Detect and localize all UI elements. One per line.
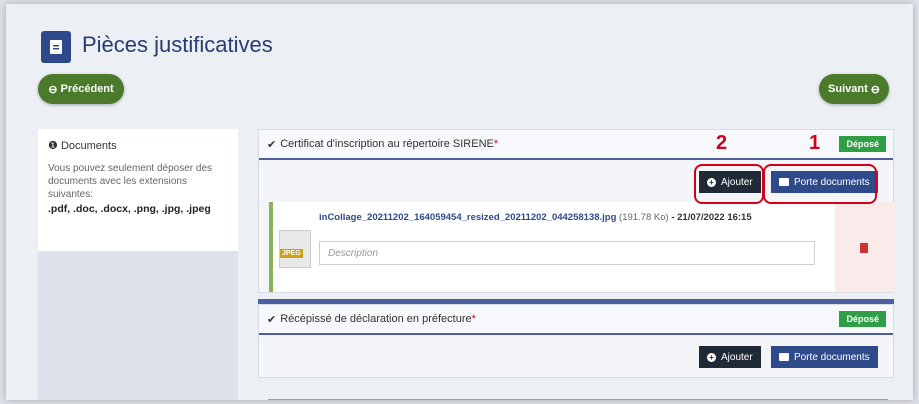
- porte-documents-button[interactable]: Porte documents: [771, 346, 878, 368]
- document-icon: [41, 31, 71, 63]
- page: Pièces justificatives ⊖ Précédent Suivan…: [6, 4, 913, 400]
- document-card-header: ✔ Certificat d'inscription au répertoire…: [259, 130, 893, 160]
- status-badge: Déposé: [839, 311, 886, 327]
- required-mark: *: [471, 313, 476, 325]
- documents-heading: ❶ Documents: [48, 140, 117, 152]
- documents-note: Vous pouvez seulement déposer des docume…: [48, 163, 212, 200]
- annotation-outline-1: [763, 164, 877, 204]
- file-date: - 21/07/2022 16:15: [671, 212, 752, 223]
- annotation-marker-1: 1: [809, 132, 821, 154]
- sidebar: ❶ Documents Vous pouvez seulement dépose…: [38, 129, 238, 400]
- annotation-outline-2: [694, 164, 764, 204]
- jpeg-file-icon: JPEG: [279, 230, 311, 268]
- uploaded-file-row: JPEG inCollage_20211202_164059454_resize…: [269, 202, 895, 292]
- document-title: Certificat d'inscription au répertoire S…: [280, 138, 494, 150]
- chevron-down-icon[interactable]: ✔: [267, 313, 276, 326]
- info-icon: ❶: [48, 140, 58, 152]
- required-mark: *: [493, 138, 499, 150]
- next-button[interactable]: Suivant ⊖: [819, 74, 889, 104]
- document-card-prefecture: ✔ Récépissé de déclaration en préfecture…: [258, 304, 894, 378]
- page-title: Pièces justificatives: [82, 32, 273, 57]
- document-card-sirene: ✔ Certificat d'inscription au répertoire…: [258, 129, 895, 293]
- trash-icon[interactable]: [860, 243, 868, 253]
- chevron-right-icon: ⊖: [870, 83, 880, 96]
- previous-button[interactable]: ⊖ Précédent: [38, 74, 124, 104]
- document-toolbar: + Ajouter Porte documents: [259, 335, 893, 377]
- status-badge: Déposé: [839, 136, 886, 152]
- file-size: (191.78 Ko): [619, 212, 669, 223]
- annotation-marker-2: 2: [716, 132, 728, 154]
- plus-icon: +: [707, 352, 716, 362]
- next-file-row-edge: [268, 399, 888, 400]
- briefcase-icon: [779, 353, 789, 361]
- documents-info-panel: ❶ Documents Vous pouvez seulement dépose…: [38, 129, 238, 251]
- allowed-extensions: .pdf, .doc, .docx, .png, .jpg, .jpeg: [48, 203, 211, 215]
- add-button[interactable]: + Ajouter: [699, 346, 761, 368]
- chevron-down-icon[interactable]: ✔: [267, 138, 276, 151]
- document-card-header: ✔ Récépissé de déclaration en préfecture…: [259, 305, 893, 335]
- description-input[interactable]: Description: [319, 241, 815, 265]
- file-link[interactable]: inCollage_20211202_164059454_resized_202…: [319, 212, 752, 223]
- chevron-left-icon: ⊖: [48, 83, 58, 96]
- document-title: Récépissé de déclaration en préfecture: [280, 313, 472, 325]
